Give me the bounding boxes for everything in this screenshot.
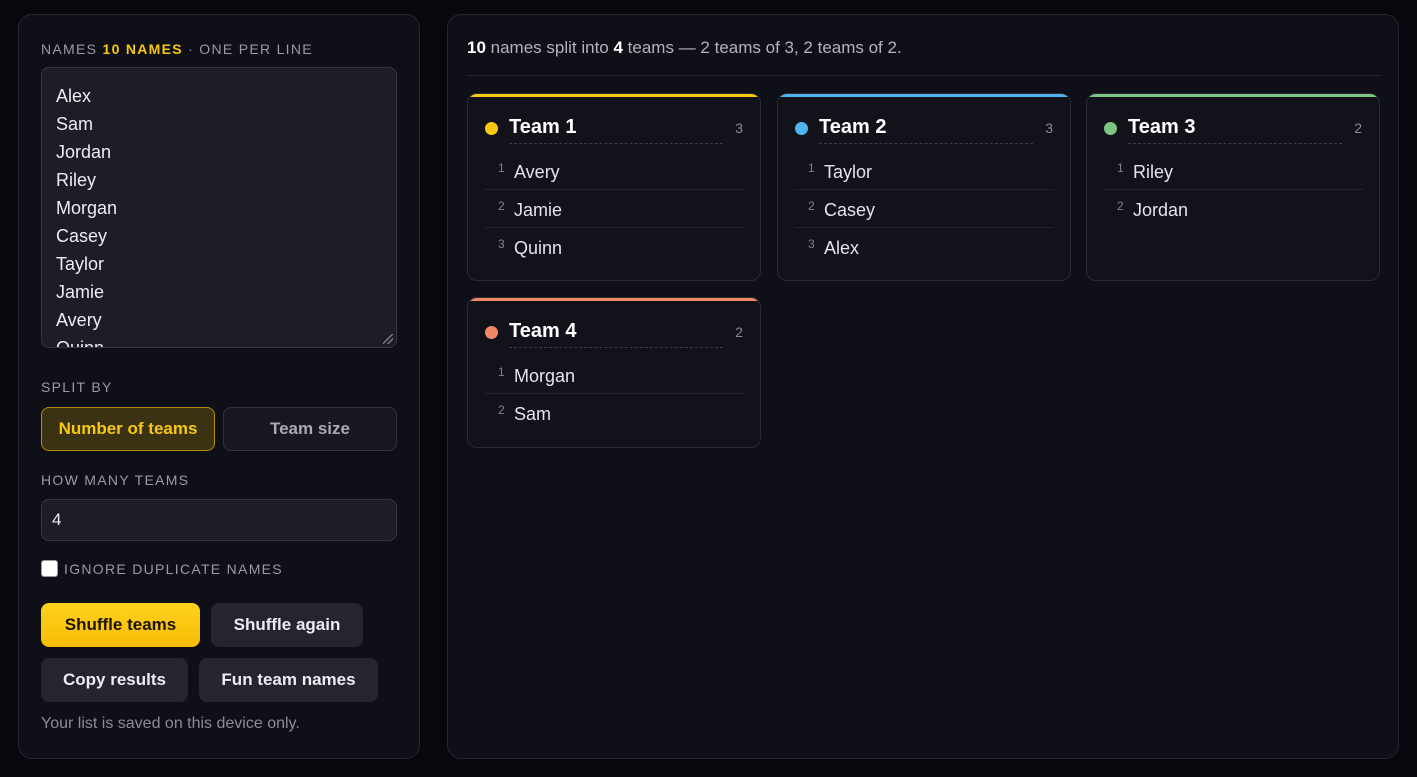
name-line: Riley xyxy=(56,170,97,190)
name-line: Jordan xyxy=(56,142,112,162)
team-card: Team 4 2 1 Morgan 2 Sam xyxy=(467,297,761,448)
team-name[interactable]: Team 1 xyxy=(509,116,723,144)
split-option-number-of-teams[interactable]: Number of teams xyxy=(41,407,215,451)
team-color-bar xyxy=(778,94,1070,97)
shuffle-teams-button[interactable]: Shuffle teams xyxy=(41,603,200,647)
split-by-label: SPLIT BY xyxy=(41,379,113,395)
name-line: Quinn xyxy=(56,338,105,348)
name-line: Morgan xyxy=(56,198,118,218)
member-name: Jordan xyxy=(1133,200,1189,220)
team-member-row: 1 Morgan xyxy=(484,356,744,394)
team-name[interactable]: Team 4 xyxy=(509,320,723,348)
name-line: Sam xyxy=(56,114,94,134)
team-color-dot-icon xyxy=(1104,122,1117,135)
team-member-row: 1 Riley xyxy=(1103,152,1363,190)
member-name: Sam xyxy=(514,404,552,424)
names-textarea[interactable]: Alex Sam Jordan Riley Morgan Casey Taylor Jamie… xyxy=(41,67,397,348)
shuffle-again-button[interactable]: Shuffle again xyxy=(211,603,363,647)
member-index: 2 xyxy=(498,403,505,417)
team-name[interactable]: Team 3 xyxy=(1128,116,1342,144)
member-index: 1 xyxy=(498,161,505,175)
copy-results-button[interactable]: Copy results xyxy=(41,658,188,702)
divider xyxy=(467,75,1381,76)
summary-names-count: 10 xyxy=(467,38,486,57)
member-name: Quinn xyxy=(514,238,563,258)
team-member-row: 2 Jordan xyxy=(1103,190,1363,228)
team-member-row: 2 Sam xyxy=(484,394,744,432)
team-member-list: 1 Avery 2 Jamie 3 Quinn xyxy=(484,152,744,266)
team-member-row: 3 Quinn xyxy=(484,228,744,266)
team-member-row: 1 Taylor xyxy=(794,152,1054,190)
team-member-count: 3 xyxy=(735,120,743,136)
team-color-dot-icon xyxy=(795,122,808,135)
names-count-badge: 10 NAMES xyxy=(102,41,183,57)
team-card: Team 3 2 1 Riley 2 Jordan xyxy=(1086,93,1380,281)
team-member-list: 1 Morgan 2 Sam xyxy=(484,356,744,432)
summary-text-b: teams — 2 teams of 3, 2 teams of 2. xyxy=(622,38,902,57)
ignore-duplicates-checkbox[interactable] xyxy=(41,560,58,577)
team-card: Team 2 3 1 Taylor 2 Casey 3 Alex xyxy=(777,93,1071,281)
member-index: 2 xyxy=(498,199,505,213)
team-color-bar xyxy=(1087,94,1379,97)
member-index: 1 xyxy=(808,161,815,175)
ignore-duplicates-row: IGNORE DUPLICATE NAMES xyxy=(41,560,283,577)
summary-teams-count: 4 xyxy=(613,38,623,57)
results-summary: 10 names split into 4 teams — 2 teams of… xyxy=(467,38,902,58)
team-name[interactable]: Team 2 xyxy=(819,116,1033,144)
how-many-teams-label: HOW MANY TEAMS xyxy=(41,472,190,488)
name-line: Alex xyxy=(56,86,92,106)
team-member-list: 1 Riley 2 Jordan xyxy=(1103,152,1363,228)
team-member-count: 2 xyxy=(735,324,743,340)
name-line: Jamie xyxy=(56,282,105,302)
team-color-dot-icon xyxy=(485,122,498,135)
team-color-bar xyxy=(468,298,760,301)
settings-panel: NAMES 10 NAMES · ONE PER LINE Alex Sam Jor… xyxy=(18,14,420,759)
member-index: 2 xyxy=(808,199,815,213)
team-card: Team 1 3 1 Avery 2 Jamie 3 Quinn xyxy=(467,93,761,281)
resize-grip-icon[interactable] xyxy=(383,334,393,344)
team-color-dot-icon xyxy=(485,326,498,339)
team-member-row: 3 Alex xyxy=(794,228,1054,266)
names-label: NAMES 10 NAMES · ONE PER LINE xyxy=(41,41,313,57)
team-member-row: 1 Avery xyxy=(484,152,744,190)
member-name: Jamie xyxy=(514,200,563,220)
saved-note: Your list is saved on this device only. xyxy=(41,715,300,732)
teams-count-input[interactable]: 4 xyxy=(41,499,397,541)
team-color-bar xyxy=(468,94,760,97)
names-label-text: NAMES xyxy=(41,41,98,57)
member-index: 1 xyxy=(498,365,505,379)
names-hint: · ONE PER LINE xyxy=(188,41,313,57)
name-line: Avery xyxy=(56,310,102,330)
team-member-count: 3 xyxy=(1045,120,1053,136)
member-name: Avery xyxy=(514,162,560,182)
team-member-row: 2 Casey xyxy=(794,190,1054,228)
team-member-list: 1 Taylor 2 Casey 3 Alex xyxy=(794,152,1054,266)
member-index: 3 xyxy=(498,237,505,251)
member-index: 1 xyxy=(1117,161,1124,175)
name-line: Taylor xyxy=(56,254,105,274)
member-index: 3 xyxy=(808,237,815,251)
split-option-team-size[interactable]: Team size xyxy=(223,407,397,451)
member-name: Alex xyxy=(824,238,860,258)
member-index: 2 xyxy=(1117,199,1124,213)
member-name: Taylor xyxy=(824,162,873,182)
ignore-duplicates-label[interactable]: IGNORE DUPLICATE NAMES xyxy=(64,561,283,577)
summary-text-a: names split into xyxy=(485,38,614,57)
team-member-count: 2 xyxy=(1354,120,1362,136)
fun-team-names-button[interactable]: Fun team names xyxy=(199,658,378,702)
member-name: Morgan xyxy=(514,366,576,386)
team-member-row: 2 Jamie xyxy=(484,190,744,228)
results-panel: 10 names split into 4 teams — 2 teams of… xyxy=(447,14,1399,759)
member-name: Riley xyxy=(1133,162,1174,182)
member-name: Casey xyxy=(824,200,876,220)
name-line: Casey xyxy=(56,226,108,246)
